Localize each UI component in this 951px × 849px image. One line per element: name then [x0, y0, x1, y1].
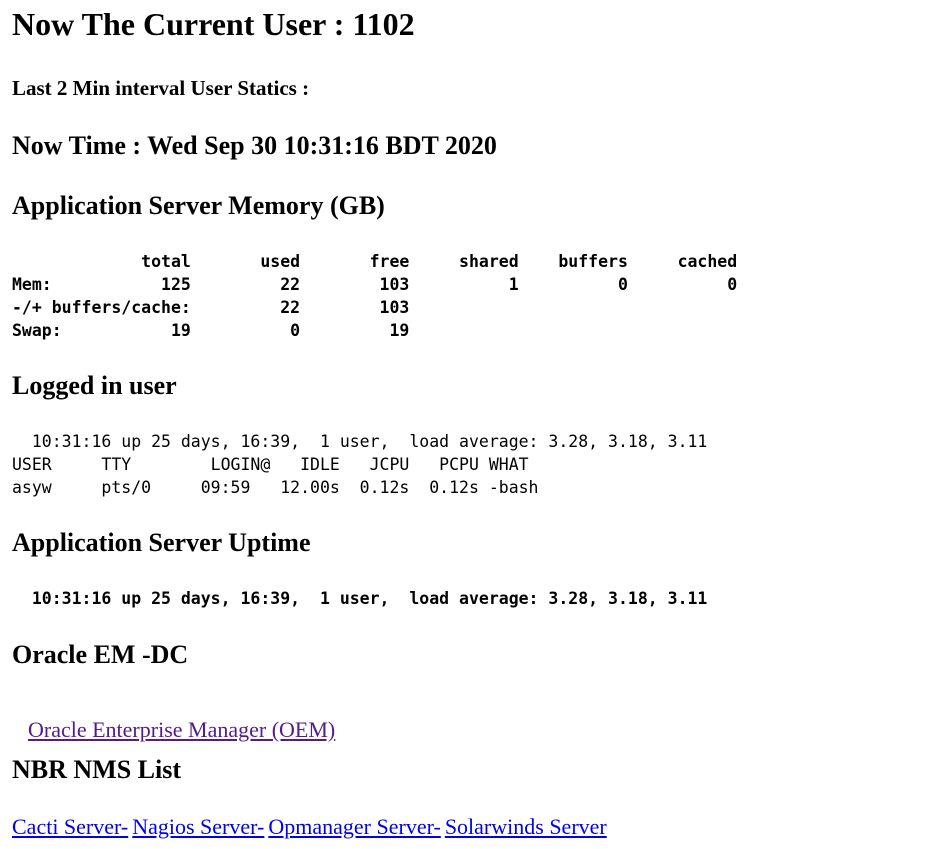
- uptime-section-title: Application Server Uptime: [12, 528, 311, 557]
- interval-stats-heading: Last 2 Min interval User Statics :: [12, 76, 310, 100]
- oem-link[interactable]: Oracle Enterprise Manager (OEM): [28, 717, 335, 742]
- current-user-heading: Now The Current User : 1102: [12, 6, 415, 42]
- logged-in-section-title: Logged in user: [12, 371, 177, 400]
- memory-table: total used free shared buffers cached Me…: [12, 250, 737, 342]
- logged-in-columns-line: USER TTY LOGIN@ IDLE JCPU PCPU WHAT: [12, 455, 529, 474]
- memory-section-title: Application Server Memory (GB): [12, 191, 385, 220]
- oracle-section-title: Oracle EM -DC: [12, 640, 189, 669]
- memory-mem-row: Mem: 125 22 103 1 0 0: [12, 275, 738, 294]
- solarwinds-server-link[interactable]: Solarwinds Server: [445, 814, 607, 839]
- cacti-server-link[interactable]: Cacti Server-: [12, 814, 128, 839]
- memory-buffers-row: -/+ buffers/cache: 22 103: [12, 298, 410, 317]
- now-time-heading: Now Time : Wed Sep 30 10:31:16 BDT 2020: [12, 131, 497, 160]
- opmanager-server-link[interactable]: Opmanager Server-: [268, 814, 440, 839]
- nms-links: Cacti Server- Nagios Server- Opmanager S…: [12, 814, 607, 840]
- oracle-link-row: Oracle Enterprise Manager (OEM): [12, 699, 335, 761]
- nms-section-title: NBR NMS List: [12, 755, 182, 784]
- logged-in-output: 10:31:16 up 25 days, 16:39, 1 user, load…: [12, 430, 707, 499]
- logged-in-user-row: asyw pts/0 09:59 12.00s 0.12s 0.12s -bas…: [12, 478, 539, 497]
- memory-swap-row: Swap: 19 0 19: [12, 321, 410, 340]
- memory-header-row: total used free shared buffers cached: [12, 252, 738, 271]
- uptime-output: 10:31:16 up 25 days, 16:39, 1 user, load…: [12, 589, 708, 608]
- logged-in-uptime-line: 10:31:16 up 25 days, 16:39, 1 user, load…: [12, 432, 708, 451]
- nagios-server-link[interactable]: Nagios Server-: [132, 814, 264, 839]
